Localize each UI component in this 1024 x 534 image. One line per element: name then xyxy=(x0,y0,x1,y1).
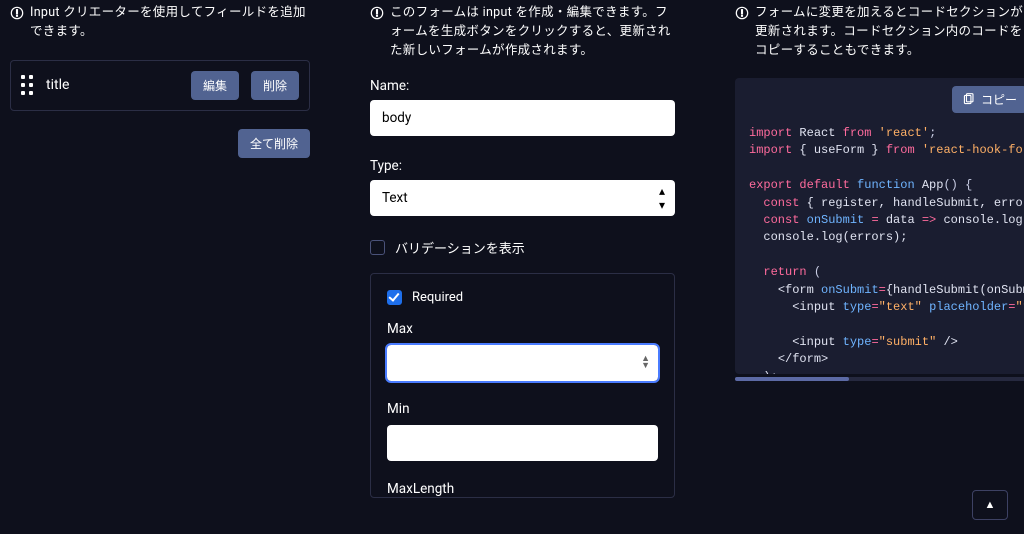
max-label: Max xyxy=(387,321,658,337)
copy-button[interactable]: コピー xyxy=(952,86,1024,113)
alert-icon xyxy=(370,6,384,20)
chevron-updown-icon: ▴▾ xyxy=(659,184,665,212)
left-info-text: Input クリエーターを使用してフィールドを追加できます。 xyxy=(30,4,310,42)
field-title: title xyxy=(46,77,179,93)
delete-button[interactable]: 削除 xyxy=(251,71,299,100)
type-select[interactable]: Text xyxy=(370,180,675,216)
required-checkbox[interactable] xyxy=(387,290,402,305)
copy-icon xyxy=(962,93,975,106)
drag-handle-icon[interactable] xyxy=(21,75,34,96)
mid-info-text: このフォームは input を作成・編集できます。フォームを生成ボタンをクリック… xyxy=(390,4,675,60)
alert-icon xyxy=(735,6,749,20)
scrollbar-thumb[interactable] xyxy=(735,377,849,381)
code-horizontal-scrollbar[interactable] xyxy=(735,377,1024,381)
name-label: Name: xyxy=(370,78,675,94)
show-validation-label: バリデーションを表示 xyxy=(395,238,525,257)
max-input[interactable] xyxy=(387,345,658,381)
validation-panel: Required Max ▲▼ Min MaxLength xyxy=(370,273,675,498)
edit-button[interactable]: 編集 xyxy=(191,71,239,100)
right-column: フォームに変更を加えるとコードセクションが更新されます。コードセクション内のコー… xyxy=(735,4,1024,534)
type-label: Type: xyxy=(370,158,675,174)
left-info: Input クリエーターを使用してフィールドを追加できます。 xyxy=(10,4,310,42)
code-panel: コピー import React from 'react'; import { … xyxy=(735,78,1024,374)
mid-info: このフォームは input を作成・編集できます。フォームを生成ボタンをクリック… xyxy=(370,4,675,60)
field-card: title 編集 削除 xyxy=(10,60,310,111)
min-input[interactable] xyxy=(387,425,658,461)
delete-all-button[interactable]: 全て削除 xyxy=(238,129,310,158)
middle-column: このフォームは input を作成・編集できます。フォームを生成ボタンをクリック… xyxy=(370,4,675,534)
right-info-text: フォームに変更を加えるとコードセクションが更新されます。コードセクション内のコー… xyxy=(755,4,1024,60)
right-info: フォームに変更を加えるとコードセクションが更新されます。コードセクション内のコー… xyxy=(735,4,1024,60)
scroll-to-top-button[interactable]: ▲ xyxy=(972,490,1008,520)
maxlength-label: MaxLength xyxy=(387,481,658,497)
copy-button-label: コピー xyxy=(981,91,1017,108)
show-validation-checkbox[interactable] xyxy=(370,240,385,255)
min-label: Min xyxy=(387,401,658,417)
number-spinner-icon[interactable]: ▲▼ xyxy=(641,356,650,370)
alert-icon xyxy=(10,6,24,20)
name-input[interactable] xyxy=(370,100,675,136)
left-column: Input クリエーターを使用してフィールドを追加できます。 title 編集 … xyxy=(10,4,310,534)
required-label: Required xyxy=(412,290,463,305)
